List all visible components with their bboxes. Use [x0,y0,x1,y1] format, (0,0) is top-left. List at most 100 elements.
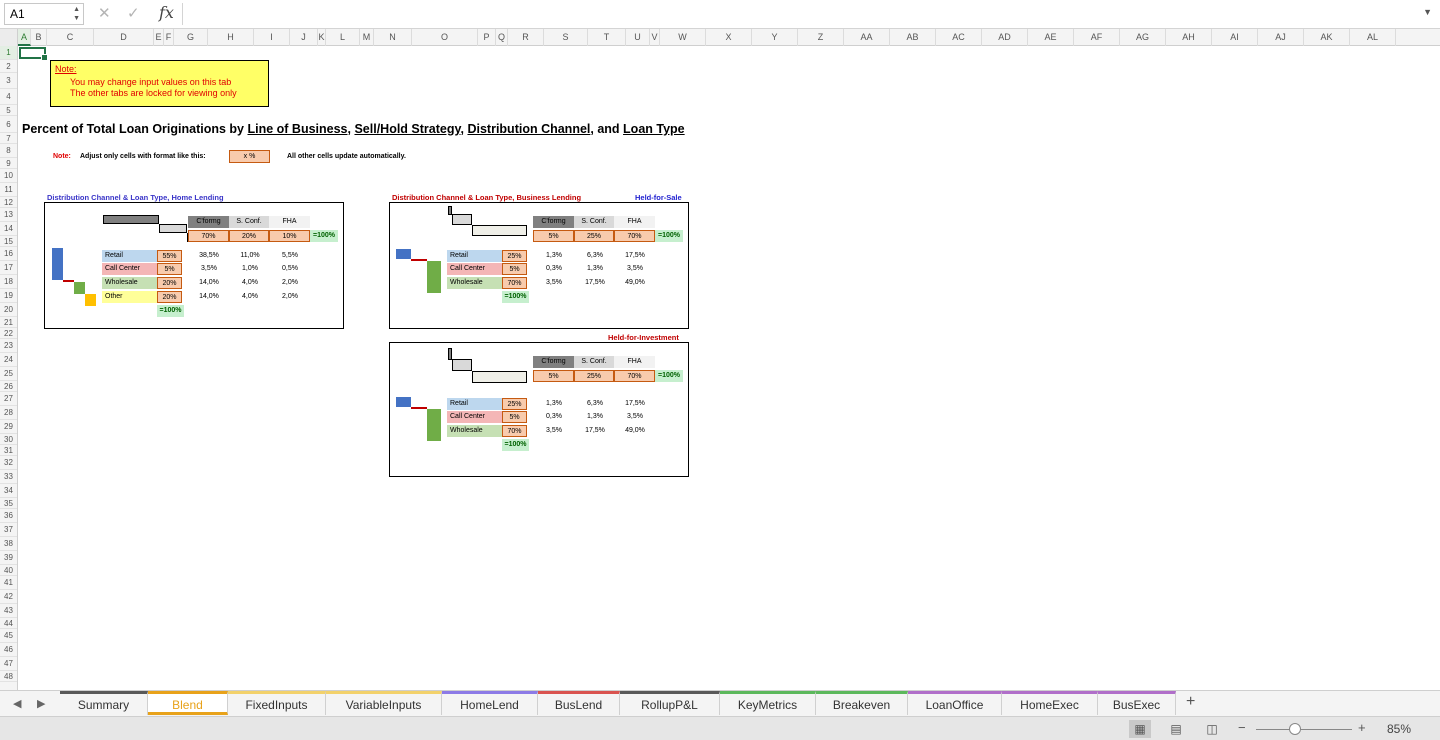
column-header-z[interactable]: Z [798,29,844,46]
row-header-48[interactable]: 48 [0,671,17,682]
row-header-20[interactable]: 20 [0,303,17,317]
hfi-pct-retail[interactable]: 25% [502,398,527,410]
column-header-w[interactable]: W [660,29,706,46]
select-all-corner[interactable] [0,29,18,46]
row-header-37[interactable]: 37 [0,523,17,537]
column-header-f[interactable]: F [164,29,174,46]
row-header-47[interactable]: 47 [0,657,17,671]
zoom-in-button[interactable]: + [1358,720,1366,735]
column-header-p[interactable]: P [478,29,496,46]
column-header-ac[interactable]: AC [936,29,982,46]
row-header-41[interactable]: 41 [0,576,17,590]
selected-cell[interactable] [19,47,48,61]
column-header-al[interactable]: AL [1350,29,1396,46]
row-header-38[interactable]: 38 [0,537,17,551]
column-header-k[interactable]: K [318,29,326,46]
column-header-i[interactable]: I [254,29,290,46]
column-header-ad[interactable]: AD [982,29,1028,46]
row-header-22[interactable]: 22 [0,328,17,339]
column-header-ae[interactable]: AE [1028,29,1074,46]
expand-formula-icon[interactable]: ▼ [1423,7,1432,17]
row-header-33[interactable]: 33 [0,470,17,484]
row-header-7[interactable]: 7 [0,133,17,144]
column-header-y[interactable]: Y [752,29,798,46]
column-header-d[interactable]: D [94,29,154,46]
column-header-c[interactable]: C [47,29,94,46]
home-input-fha[interactable]: 10% [269,230,310,242]
row-header-39[interactable]: 39 [0,551,17,565]
column-header-aj[interactable]: AJ [1258,29,1304,46]
column-header-j[interactable]: J [290,29,318,46]
home-pct-call-center[interactable]: 5% [157,263,182,275]
row-header-30[interactable]: 30 [0,434,17,445]
sheet-tab-loanoffice[interactable]: LoanOffice [908,691,1002,715]
name-box-stepper-icon[interactable]: ▲ ▼ [73,5,80,23]
sheet-tab-blend[interactable]: Blend [148,691,228,715]
home-input-conforming[interactable]: 70% [188,230,229,242]
column-header-ak[interactable]: AK [1304,29,1350,46]
hfi-input-conforming[interactable]: 5% [533,370,574,382]
row-header-11[interactable]: 11 [0,183,17,197]
row-header-26[interactable]: 26 [0,381,17,392]
sheet-tab-homelend[interactable]: HomeLend [442,691,538,715]
row-header-19[interactable]: 19 [0,289,17,303]
hfs-input-super-conf[interactable]: 25% [574,230,614,242]
page-break-view-icon[interactable]: ◫ [1201,720,1223,738]
column-header-o[interactable]: O [412,29,478,46]
row-header-36[interactable]: 36 [0,509,17,523]
column-header-af[interactable]: AF [1074,29,1120,46]
row-header-34[interactable]: 34 [0,484,17,498]
sheet-tab-fixedinputs[interactable]: FixedInputs [228,691,326,715]
confirm-icon[interactable]: ✓ [127,4,140,22]
row-header-28[interactable]: 28 [0,406,17,420]
sheet-tab-variableinputs[interactable]: VariableInputs [326,691,442,715]
column-header-a[interactable]: A [18,29,31,46]
row-header-9[interactable]: 9 [0,158,17,169]
sheet-tab-buslend[interactable]: BusLend [538,691,620,715]
add-sheet-button[interactable]: + [1186,693,1195,711]
sheet-tab-keymetrics[interactable]: KeyMetrics [720,691,816,715]
row-header-45[interactable]: 45 [0,629,17,643]
row-header-1[interactable]: 1 [0,46,17,60]
zoom-slider-thumb[interactable] [1289,723,1301,735]
cancel-icon[interactable]: ✕ [98,4,111,22]
row-header-15[interactable]: 15 [0,236,17,247]
row-header-42[interactable]: 42 [0,590,17,604]
column-header-m[interactable]: M [360,29,374,46]
home-pct-wholesale[interactable]: 20% [157,277,182,289]
cell-grid[interactable]: Note: You may change input values on thi… [18,46,1440,690]
hfs-pct-retail[interactable]: 25% [502,250,527,262]
hfi-input-fha[interactable]: 70% [614,370,655,382]
row-header-12[interactable]: 12 [0,197,17,208]
row-header-14[interactable]: 14 [0,222,17,236]
column-header-u[interactable]: U [626,29,650,46]
row-header-5[interactable]: 5 [0,105,17,116]
column-header-ag[interactable]: AG [1120,29,1166,46]
home-pct-retail[interactable]: 55% [157,250,182,262]
column-header-ai[interactable]: AI [1212,29,1258,46]
column-header-h[interactable]: H [208,29,254,46]
column-header-aa[interactable]: AA [844,29,890,46]
row-header-29[interactable]: 29 [0,420,17,434]
row-header-18[interactable]: 18 [0,275,17,289]
normal-view-icon[interactable]: ▦ [1129,720,1151,738]
row-header-31[interactable]: 31 [0,445,17,456]
row-header-32[interactable]: 32 [0,456,17,470]
row-header-17[interactable]: 17 [0,261,17,275]
sheet-tab-rollupp-l[interactable]: RollupP&L [620,691,720,715]
insert-function-icon[interactable]: fx [159,3,174,22]
zoom-out-button[interactable]: − [1238,720,1246,735]
home-pct-other[interactable]: 20% [157,291,182,303]
hfs-input-conforming[interactable]: 5% [533,230,574,242]
sheet-tab-breakeven[interactable]: Breakeven [816,691,908,715]
row-header-46[interactable]: 46 [0,643,17,657]
hfi-pct-wholesale[interactable]: 70% [502,425,527,437]
column-header-v[interactable]: V [650,29,660,46]
row-header-44[interactable]: 44 [0,618,17,629]
sheet-tab-homeexec[interactable]: HomeExec [1002,691,1098,715]
row-header-6[interactable]: 6 [0,116,17,133]
row-header-8[interactable]: 8 [0,144,17,158]
formula-input[interactable] [182,3,1432,25]
zoom-slider-track[interactable] [1256,729,1352,730]
row-header-23[interactable]: 23 [0,339,17,353]
